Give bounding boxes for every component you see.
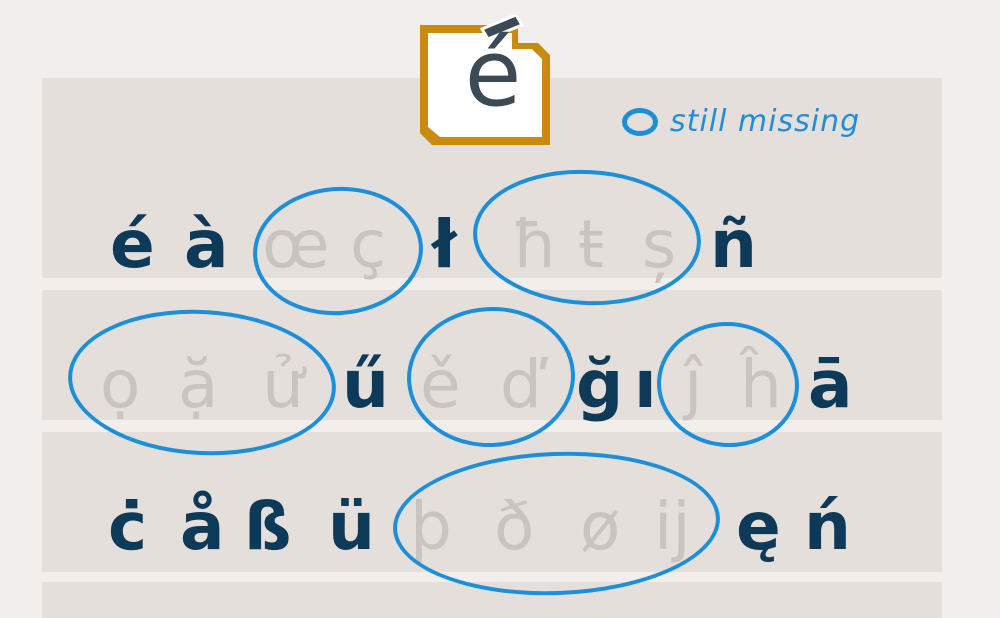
supported-glyph: à bbox=[184, 206, 229, 283]
supported-glyph: ı bbox=[634, 346, 657, 423]
supported-glyph: ű bbox=[342, 346, 389, 423]
supported-glyph: ł bbox=[432, 206, 457, 283]
supported-glyph: ü bbox=[328, 488, 375, 565]
missing-ring-icon bbox=[622, 107, 658, 136]
supported-glyph: å bbox=[180, 488, 225, 565]
supported-glyph: ę bbox=[736, 488, 781, 565]
legend-label: still missing bbox=[670, 104, 861, 139]
supported-glyph: ğ bbox=[576, 346, 624, 423]
supported-glyph: ā bbox=[808, 346, 853, 423]
supported-glyph: ċ bbox=[108, 488, 148, 565]
supported-glyph: ñ bbox=[710, 206, 757, 283]
supported-glyph: é bbox=[110, 206, 155, 283]
supported-glyph: ń bbox=[804, 488, 851, 565]
logo-glyph: é bbox=[464, 20, 522, 127]
legend: still missing bbox=[622, 104, 860, 139]
supported-glyph: ß bbox=[244, 488, 292, 565]
